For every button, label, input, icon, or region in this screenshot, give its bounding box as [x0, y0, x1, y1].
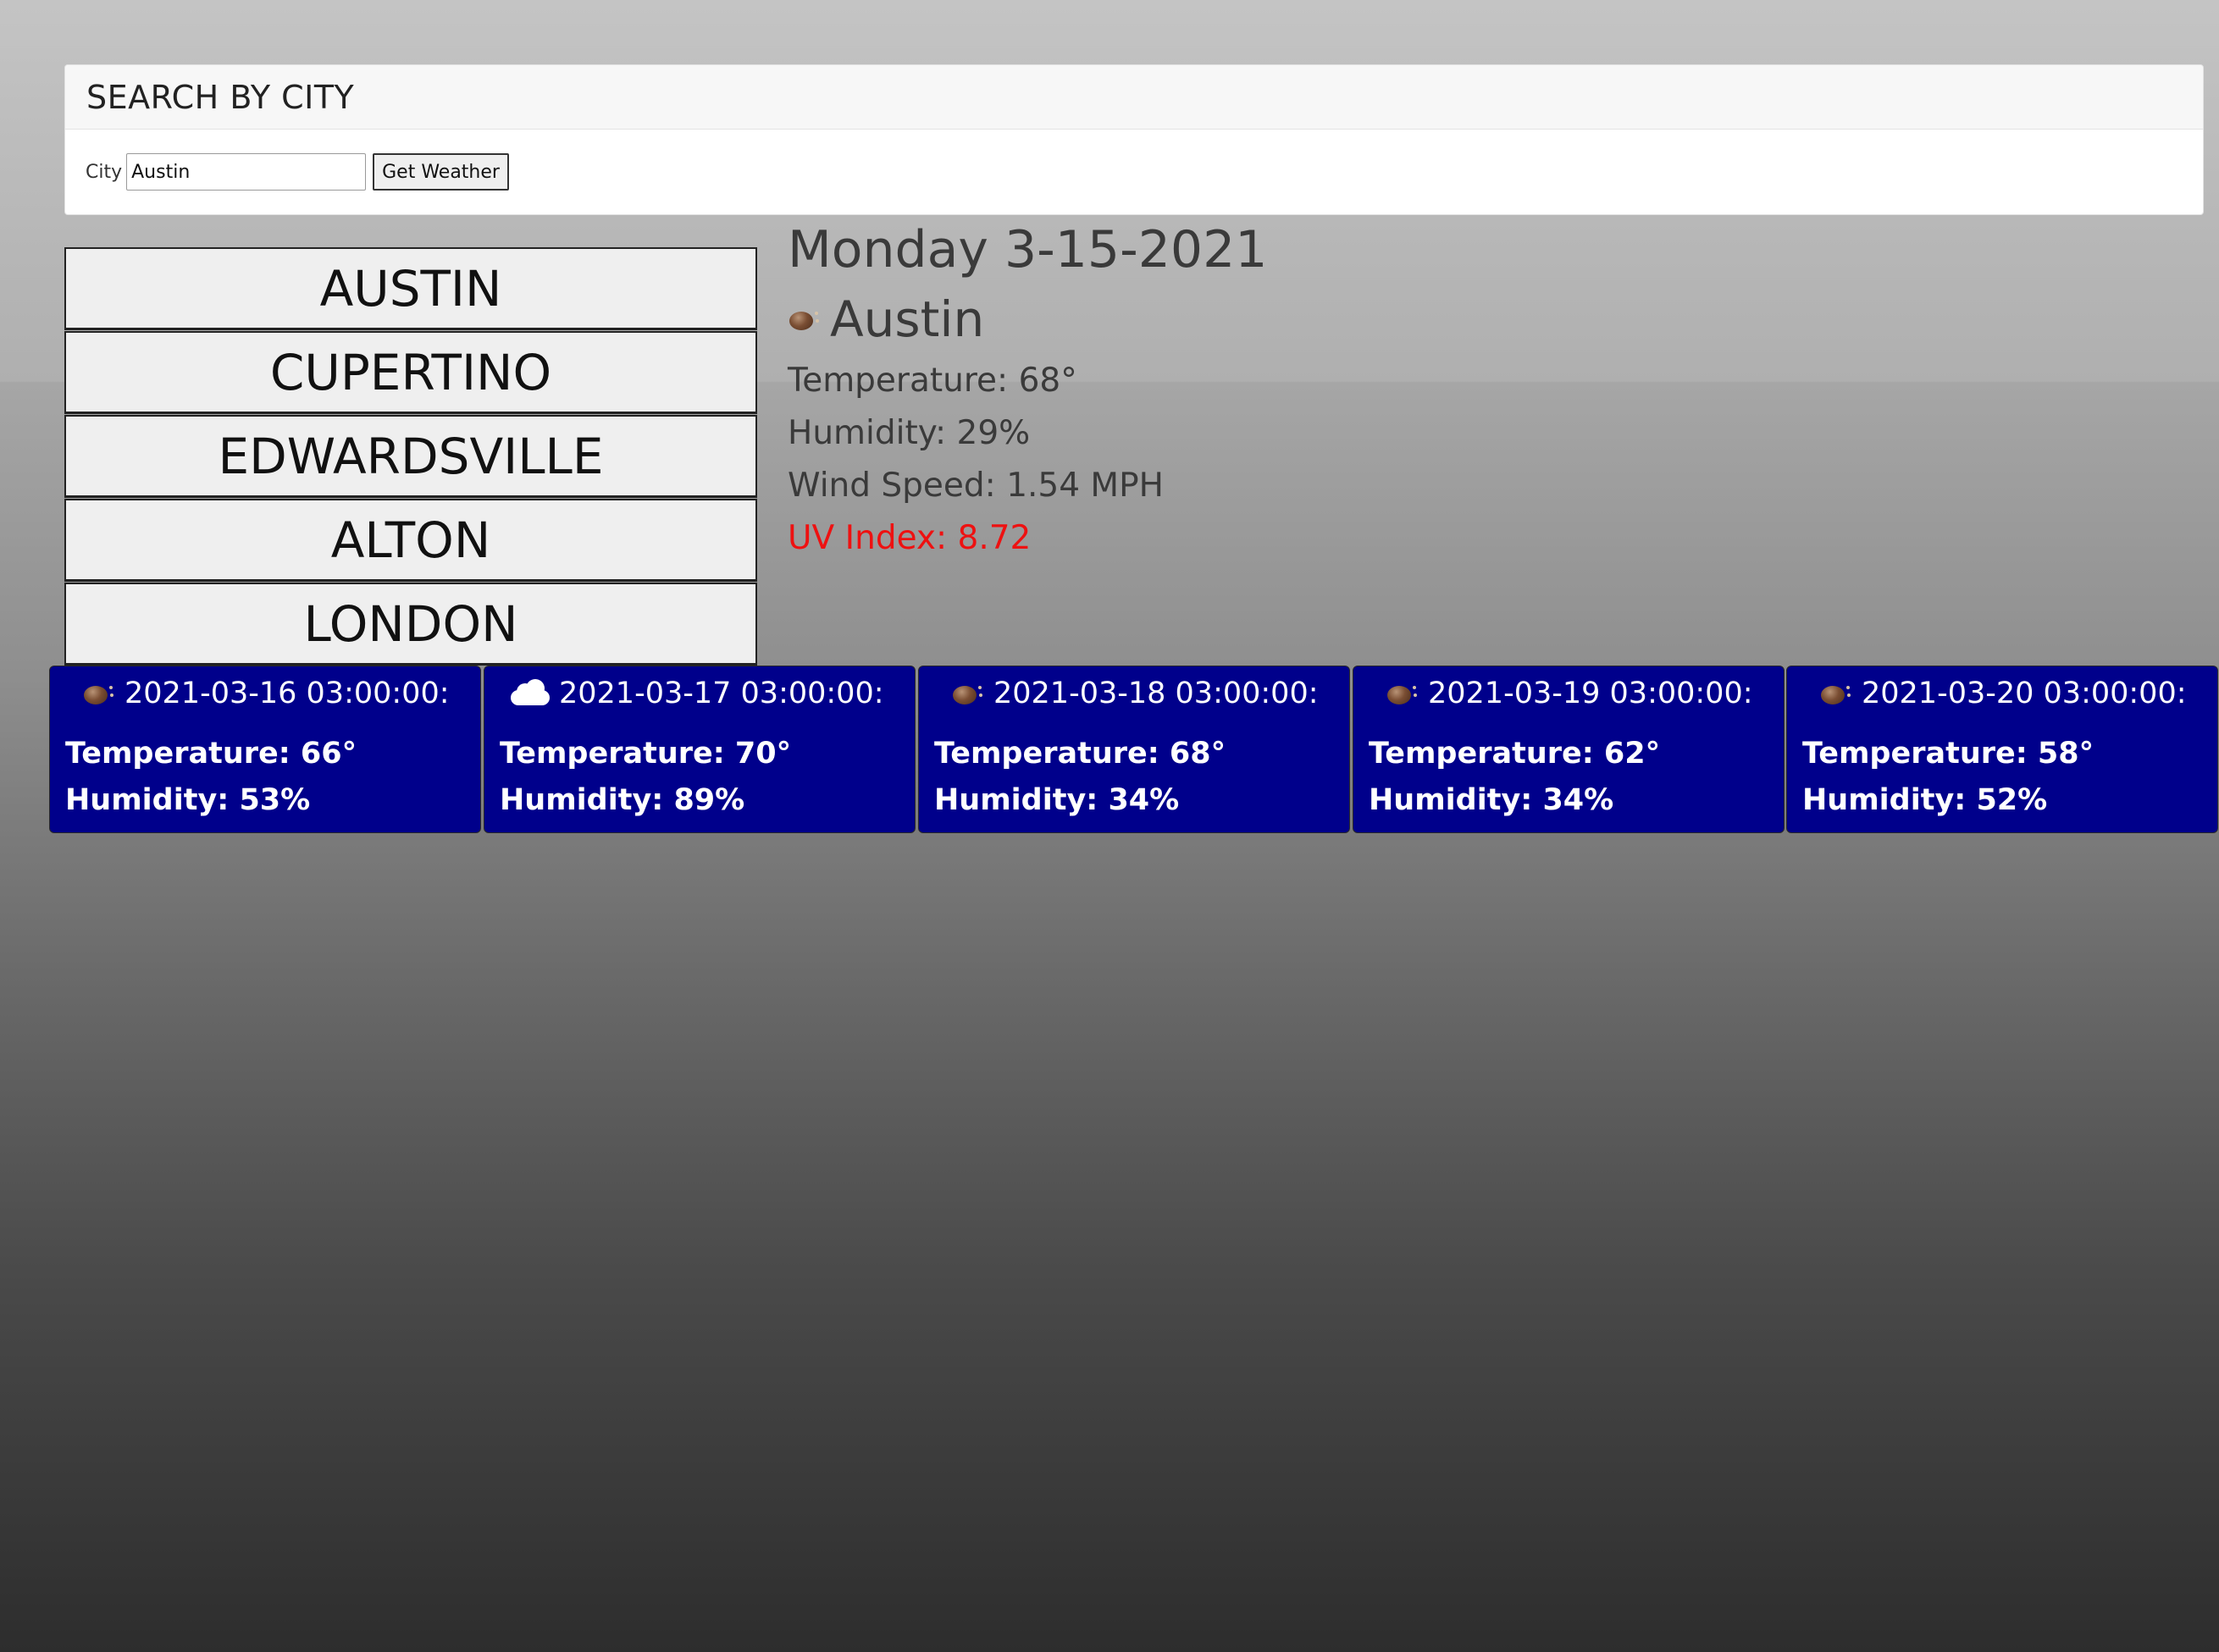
search-header: SEARCH BY CITY [65, 65, 2203, 130]
weather-icon [788, 304, 819, 334]
city-input[interactable] [126, 153, 367, 191]
forecast-humidity: Humidity: 89% [500, 783, 745, 817]
city-history-button-alton[interactable]: ALTON [64, 499, 757, 582]
forecast-card: 2021-03-20 03:00:00: Temperature: 58° Hu… [1786, 666, 2218, 833]
forecast-card: 2021-03-17 03:00:00: Temperature: 70° Hu… [484, 666, 916, 833]
forecast-card-header: 2021-03-16 03:00:00: [65, 666, 480, 721]
city-history-button-edwardsville[interactable]: EDWARDSVILLE [64, 415, 757, 498]
cloud-icon [508, 679, 552, 708]
current-date: Monday 3-15-2021 [788, 220, 1268, 279]
forecast-humidity: Humidity: 34% [934, 783, 1180, 817]
forecast-temperature: Temperature: 58° [1802, 737, 2094, 771]
forecast-card-header: 2021-03-19 03:00:00: [1369, 666, 1784, 721]
get-weather-button[interactable]: Get Weather [373, 153, 509, 191]
forecast-humidity: Humidity: 53% [65, 783, 311, 817]
forecast-row: 2021-03-16 03:00:00: Temperature: 66° Hu… [0, 666, 2219, 833]
forecast-temperature: Temperature: 68° [934, 737, 1226, 771]
current-humidity: Humidity: 29% [788, 414, 1031, 452]
forecast-temperature: Temperature: 66° [65, 737, 357, 771]
forecast-card-header: 2021-03-18 03:00:00: [934, 666, 1349, 721]
forecast-date: 2021-03-18 03:00:00: [993, 677, 1319, 710]
current-city-row: Austin [788, 284, 1267, 355]
search-title: SEARCH BY CITY [86, 78, 355, 116]
weather-icon [82, 678, 113, 709]
weather-icon [951, 678, 982, 709]
current-wind-speed: Wind Speed: 1.54 MPH [788, 467, 1164, 505]
forecast-date: 2021-03-19 03:00:00: [1428, 677, 1753, 710]
forecast-humidity: Humidity: 34% [1369, 783, 1614, 817]
forecast-card: 2021-03-19 03:00:00: Temperature: 62° Hu… [1353, 666, 1785, 833]
forecast-humidity: Humidity: 52% [1802, 783, 2048, 817]
search-form: City Get Weather [65, 130, 2203, 214]
forecast-temperature: Temperature: 70° [500, 737, 792, 771]
forecast-card: 2021-03-18 03:00:00: Temperature: 68° Hu… [918, 666, 1350, 833]
city-label: City [86, 161, 123, 183]
city-history-list: AUSTIN CUPERTINO EDWARDSVILLE ALTON LOND… [64, 247, 757, 666]
weather-icon [1386, 678, 1417, 709]
city-history-button-austin[interactable]: AUSTIN [64, 247, 757, 330]
forecast-card-header: 2021-03-20 03:00:00: [1802, 666, 2217, 721]
current-weather: Monday 3-15-2021 Austin Temperature: 68°… [788, 216, 1267, 565]
current-uv-index: UV Index: 8.72 [788, 519, 1032, 557]
current-temperature: Temperature: 68° [788, 362, 1077, 400]
forecast-temperature: Temperature: 62° [1369, 737, 1661, 771]
search-card: SEARCH BY CITY City Get Weather [64, 64, 2204, 215]
forecast-card-header: 2021-03-17 03:00:00: [500, 666, 915, 721]
forecast-date: 2021-03-16 03:00:00: [125, 677, 450, 710]
city-history-button-london[interactable]: LONDON [64, 583, 757, 666]
current-city: Austin [830, 290, 985, 348]
forecast-card: 2021-03-16 03:00:00: Temperature: 66° Hu… [49, 666, 481, 833]
forecast-date: 2021-03-20 03:00:00: [1862, 677, 2187, 710]
weather-icon [1819, 678, 1851, 709]
city-history-button-cupertino[interactable]: CUPERTINO [64, 331, 757, 414]
forecast-date: 2021-03-17 03:00:00: [559, 677, 884, 710]
